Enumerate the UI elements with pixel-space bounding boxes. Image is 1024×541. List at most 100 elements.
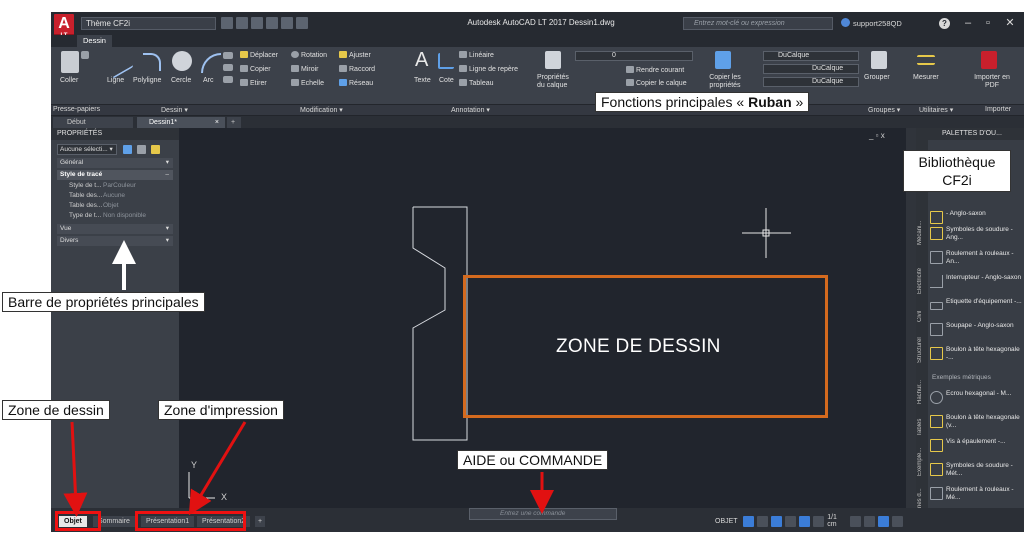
maximize-icon[interactable]: ▫ bbox=[979, 15, 997, 31]
section-general[interactable]: Général ▾ bbox=[57, 158, 173, 168]
search-input[interactable]: Entrez mot-clé ou expression bbox=[683, 17, 833, 30]
dimension-icon[interactable] bbox=[438, 53, 454, 69]
paste-icon[interactable] bbox=[61, 51, 79, 73]
command-line-input[interactable]: Entrez une commande bbox=[469, 508, 617, 520]
palette-tab[interactable]: Exemple... bbox=[917, 442, 927, 482]
tab-debut[interactable]: Début bbox=[53, 117, 133, 128]
panel-annotation[interactable]: Annotation ▾ bbox=[451, 106, 490, 114]
palette-tab[interactable]: Electricité bbox=[917, 258, 927, 304]
linetype-dropdown[interactable]: DuCalque bbox=[763, 64, 859, 74]
selection-dropdown[interactable]: Aucune sélecti... ▾ bbox=[57, 144, 117, 155]
ortho-icon[interactable] bbox=[770, 515, 782, 527]
palette-item[interactable]: Symboles de soudure - Mét... bbox=[930, 462, 1022, 480]
gradient-icon[interactable] bbox=[223, 76, 233, 83]
echelle-button[interactable]: Echelle bbox=[291, 79, 324, 87]
palette-item[interactable]: Boulon à tête hexagonale (v... bbox=[930, 414, 1022, 432]
palette-item[interactable]: Roulement à rouleaux - Mé... bbox=[930, 486, 1022, 504]
palette-item[interactable]: Interrupteur - Anglo-saxon bbox=[930, 274, 1022, 292]
palette-item[interactable]: Symboles de soudure - Ang... bbox=[930, 226, 1022, 244]
panel-importer[interactable]: Importer bbox=[985, 106, 1011, 113]
measure-icon[interactable] bbox=[917, 55, 935, 65]
palette-tab[interactable]: Tables bbox=[917, 412, 927, 442]
print-icon[interactable] bbox=[296, 17, 308, 29]
model-space-label[interactable]: OBJET bbox=[715, 518, 738, 525]
group-icon[interactable] bbox=[871, 51, 887, 69]
palette-item[interactable]: Etiquette d'équipement -... bbox=[930, 298, 1022, 316]
rectangle-icon[interactable] bbox=[223, 52, 233, 59]
section-vue[interactable]: Vue ▾ bbox=[57, 224, 173, 234]
panel-modification[interactable]: Modification ▾ bbox=[300, 106, 343, 114]
etirer-button[interactable]: Etirer bbox=[240, 79, 267, 87]
raccord-button[interactable]: Raccord bbox=[339, 65, 375, 73]
layer-dropdown[interactable]: 0 bbox=[575, 51, 693, 61]
quick-select-icon[interactable] bbox=[151, 145, 160, 154]
palette-item[interactable]: Boulon à tête hexagonale -... bbox=[930, 346, 1022, 364]
lineweight-dropdown[interactable]: DuCalque bbox=[763, 77, 859, 87]
layer-properties-icon[interactable] bbox=[545, 51, 561, 69]
palette-tab[interactable]: Civil bbox=[917, 304, 927, 328]
palette-tab[interactable]: Hachur... bbox=[917, 372, 927, 412]
rendre-courant-button[interactable]: Rendre courant bbox=[626, 66, 684, 74]
miroir-button[interactable]: Miroir bbox=[291, 65, 319, 73]
isolate-icon[interactable] bbox=[877, 515, 890, 527]
fullscreen-icon[interactable] bbox=[892, 515, 904, 527]
workspace-selector[interactable]: Thème CF2i bbox=[81, 17, 216, 30]
undo-icon[interactable] bbox=[266, 17, 278, 29]
hatch-icon[interactable] bbox=[223, 64, 233, 71]
ajuster-button[interactable]: Ajuster bbox=[339, 51, 371, 59]
select-objects-icon[interactable] bbox=[137, 145, 146, 154]
line-icon[interactable] bbox=[113, 45, 133, 79]
section-divers[interactable]: Divers ▾ bbox=[57, 236, 173, 246]
pdf-icon[interactable] bbox=[981, 51, 997, 69]
property-row[interactable]: Table des... Objet bbox=[57, 201, 173, 210]
panel-presse-papiers[interactable]: Presse-papiers bbox=[53, 106, 100, 113]
canvas-window-controls[interactable]: _ ▫ x bbox=[869, 131, 885, 140]
user-account[interactable]: support258QD bbox=[841, 17, 933, 30]
palette-item[interactable]: Soupape - Anglo-saxon bbox=[930, 322, 1022, 340]
ligne-repere-button[interactable]: Ligne de repère bbox=[459, 65, 518, 73]
annotation-scale-icon[interactable] bbox=[813, 515, 825, 527]
palette-item[interactable]: Vis à épaulement -... bbox=[930, 438, 1022, 456]
panel-utilitaires[interactable]: Utilitaires ▾ bbox=[919, 106, 953, 114]
arc-icon[interactable] bbox=[201, 53, 221, 73]
copier-button[interactable]: Copier bbox=[240, 65, 271, 73]
text-icon[interactable]: A bbox=[415, 49, 431, 71]
snap-icon[interactable] bbox=[756, 515, 768, 527]
new-file-icon[interactable] bbox=[221, 17, 233, 29]
workspace-gear-icon[interactable] bbox=[863, 515, 875, 527]
new-tab-button[interactable]: + bbox=[227, 117, 241, 128]
reseau-button[interactable]: Réseau bbox=[339, 79, 373, 87]
panel-dessin[interactable]: Dessin ▾ bbox=[161, 106, 188, 114]
redo-icon[interactable] bbox=[281, 17, 293, 29]
panel-groupes[interactable]: Groupes ▾ bbox=[868, 106, 900, 114]
lineaire-button[interactable]: Linéaire bbox=[459, 51, 494, 59]
copier-calque-button[interactable]: Copier le calque bbox=[626, 79, 687, 87]
circle-icon[interactable] bbox=[172, 51, 192, 71]
polyline-icon[interactable] bbox=[143, 53, 161, 71]
grid-icon[interactable] bbox=[742, 515, 754, 527]
toggle-pickadd-icon[interactable] bbox=[123, 145, 132, 154]
close-icon[interactable]: ✕ bbox=[1001, 15, 1019, 31]
tab-close-icon[interactable]: × bbox=[215, 117, 219, 128]
palette-tab[interactable]: Mécani... bbox=[917, 208, 927, 258]
match-properties-icon[interactable] bbox=[715, 51, 731, 69]
rotation-button[interactable]: Rotation bbox=[291, 51, 327, 59]
palette-item[interactable]: - Anglo-saxon bbox=[930, 210, 1022, 224]
deplacer-button[interactable]: Déplacer bbox=[240, 51, 278, 59]
save-icon[interactable] bbox=[251, 17, 263, 29]
property-row[interactable]: Style de t... ParCouleur bbox=[57, 181, 173, 190]
section-style-trace[interactable]: Style de tracé – bbox=[57, 170, 173, 180]
palette-item[interactable]: Ecrou hexagonal - M... bbox=[930, 390, 1022, 408]
add-icon[interactable] bbox=[849, 515, 861, 527]
tab-dessin1[interactable]: Dessin1* × bbox=[137, 117, 225, 128]
tableau-button[interactable]: Tableau bbox=[459, 79, 494, 87]
polar-icon[interactable] bbox=[784, 515, 796, 527]
cut-icon[interactable] bbox=[81, 51, 89, 59]
open-file-icon[interactable] bbox=[236, 17, 248, 29]
property-row[interactable]: Table des... Aucune bbox=[57, 191, 173, 200]
help-icon[interactable]: ? bbox=[939, 18, 950, 29]
add-layout-button[interactable]: + bbox=[255, 516, 266, 527]
palette-item[interactable]: Roulement à rouleaux - An... bbox=[930, 250, 1022, 268]
color-dropdown[interactable]: DuCalque bbox=[763, 51, 859, 61]
scale-readout[interactable]: 1/1 cm bbox=[827, 514, 846, 528]
